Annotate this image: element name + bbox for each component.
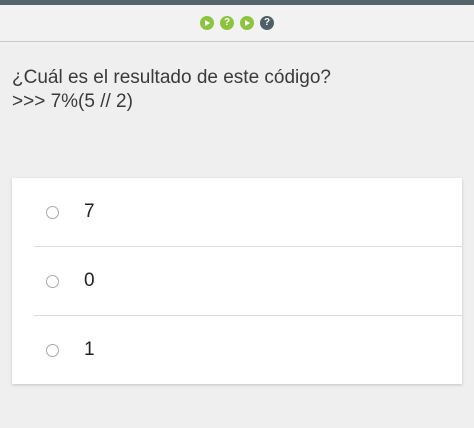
radio-button[interactable] [46,205,59,219]
radio-button[interactable] [46,343,59,357]
option-label: 1 [84,339,95,360]
step-1-play-icon[interactable] [200,16,214,30]
progress-steps: ? ? [0,5,474,42]
question-mark: ? [223,17,231,28]
step-3-play-icon[interactable] [240,16,254,30]
option-7[interactable]: 7 [12,178,462,246]
question-mark: ? [263,17,271,28]
radio-button[interactable] [46,274,59,288]
step-2-question-icon[interactable]: ? [220,16,234,30]
step-4-question-icon[interactable]: ? [260,16,274,30]
question-text: ¿Cuál es el resultado de este código? >>… [12,66,462,114]
option-label: 0 [84,270,95,291]
option-1[interactable]: 1 [12,316,462,384]
option-label: 7 [84,201,95,222]
option-0[interactable]: 0 [12,247,462,315]
question-line-1: ¿Cuál es el resultado de este código? [12,67,331,88]
answer-options-card: 7 0 1 [12,178,462,384]
question-line-2: >>> 7%(5 // 2) [12,91,133,112]
